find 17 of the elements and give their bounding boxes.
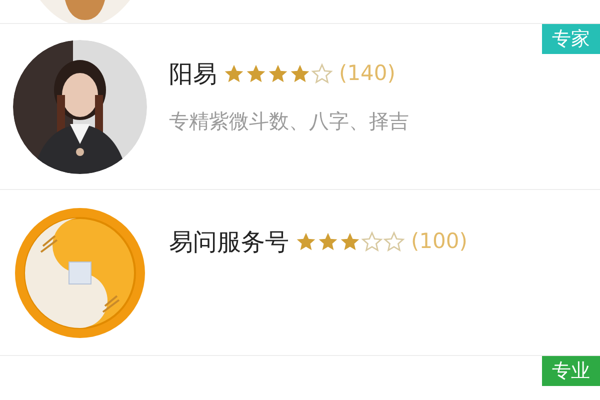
name-label: 阳易	[169, 59, 217, 90]
star-icon	[245, 63, 267, 85]
star-icon	[339, 231, 361, 253]
rating-count: (100)	[411, 228, 468, 256]
star-icon	[295, 231, 317, 253]
star-outline-icon	[383, 231, 405, 253]
star-icon	[223, 63, 245, 85]
name-label: 易问服务号	[169, 227, 289, 258]
star-icon	[267, 63, 289, 85]
star-icon	[289, 63, 311, 85]
professional-badge: 专业	[542, 356, 600, 386]
star-outline-icon	[311, 63, 333, 85]
star-icon	[317, 231, 339, 253]
star-outline-icon	[361, 231, 383, 253]
rating-count: (140)	[339, 60, 396, 88]
expert-badge: 专家	[542, 24, 600, 54]
description-text: 专精紫微斗数、八字、择吉	[169, 108, 409, 135]
